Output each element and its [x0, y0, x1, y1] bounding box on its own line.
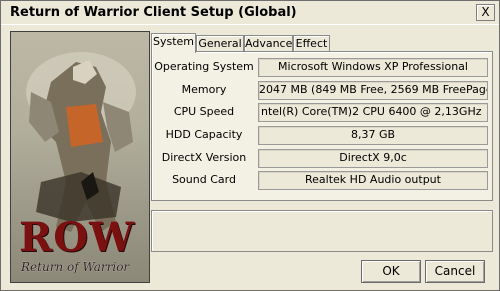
tab-advance[interactable]: Advance: [244, 35, 293, 52]
cpu-speed-value: ntel(R) Core(TM)2 CPU 6400 @ 2,13GHz: [258, 103, 488, 122]
sound-card-label: Sound Card: [172, 173, 236, 186]
hdd-capacity-value: 8,37 GB: [258, 126, 488, 145]
memory-label: Memory: [181, 83, 227, 96]
memory-value: 2047 MB (849 MB Free, 2569 MB FreePage): [258, 81, 488, 100]
system-panel: Operating System Microsoft Windows XP Pr…: [151, 51, 493, 201]
ok-button[interactable]: OK: [361, 260, 421, 283]
cancel-button[interactable]: Cancel: [425, 260, 485, 283]
os-label: Operating System: [154, 60, 254, 73]
tab-general[interactable]: General: [196, 35, 244, 52]
tab-effect[interactable]: Effect: [293, 35, 330, 52]
banner-logo: ROW: [19, 214, 136, 261]
cpu-speed-label: CPU Speed: [173, 105, 235, 118]
tab-system[interactable]: System: [151, 33, 196, 53]
message-box: [151, 210, 493, 252]
setup-window: Return of Warrior Client Setup (Global) …: [0, 0, 500, 291]
sound-card-value: Realtek HD Audio output: [258, 171, 488, 190]
hdd-capacity-label: HDD Capacity: [165, 128, 243, 141]
os-value: Microsoft Windows XP Professional: [258, 58, 488, 77]
title-bar[interactable]: Return of Warrior Client Setup (Global) …: [1, 1, 499, 25]
close-icon[interactable]: X: [476, 4, 495, 21]
directx-version-label: DirectX Version: [161, 151, 247, 164]
banner-subtitle: Return of Warrior: [21, 260, 130, 274]
game-banner: ROW Return of Warrior: [10, 31, 150, 283]
directx-version-value: DirectX 9,0c: [258, 149, 488, 168]
window-title: Return of Warrior Client Setup (Global): [10, 5, 297, 20]
